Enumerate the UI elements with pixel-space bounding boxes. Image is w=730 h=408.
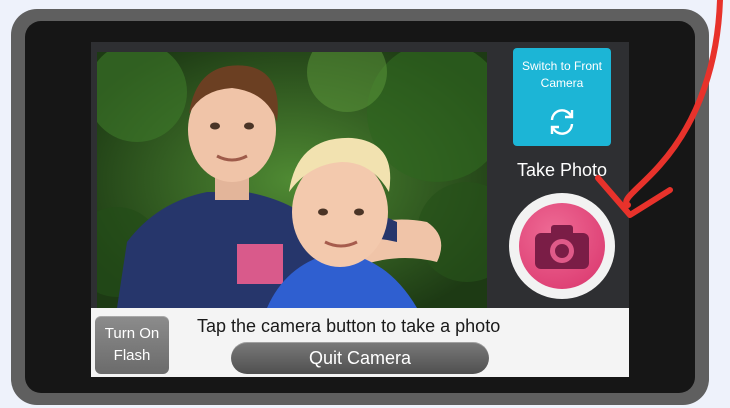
camera-screen: Switch to Front Camera Take Photo Turn O… <box>91 42 629 377</box>
take-photo-button[interactable] <box>509 193 615 299</box>
switch-camera-label: Switch to Front Camera <box>521 59 603 90</box>
quit-camera-label: Quit Camera <box>308 347 412 368</box>
control-bar: Turn On Flash Tap the camera button to t… <box>91 308 629 377</box>
flash-toggle-button[interactable]: Turn On Flash <box>95 316 169 374</box>
flash-button-label: Turn On Flash <box>104 325 160 364</box>
quit-camera-button[interactable]: Quit Camera <box>231 342 489 374</box>
take-photo-label: Take Photo <box>516 160 608 180</box>
camera-viewfinder <box>97 52 487 308</box>
camera-preview-image <box>97 52 487 308</box>
switch-camera-button[interactable]: Switch to Front Camera <box>513 48 611 146</box>
refresh-icon <box>550 109 574 135</box>
instruction-text: Tap the camera button to take a photo <box>197 316 501 336</box>
camera-icon <box>535 225 589 269</box>
